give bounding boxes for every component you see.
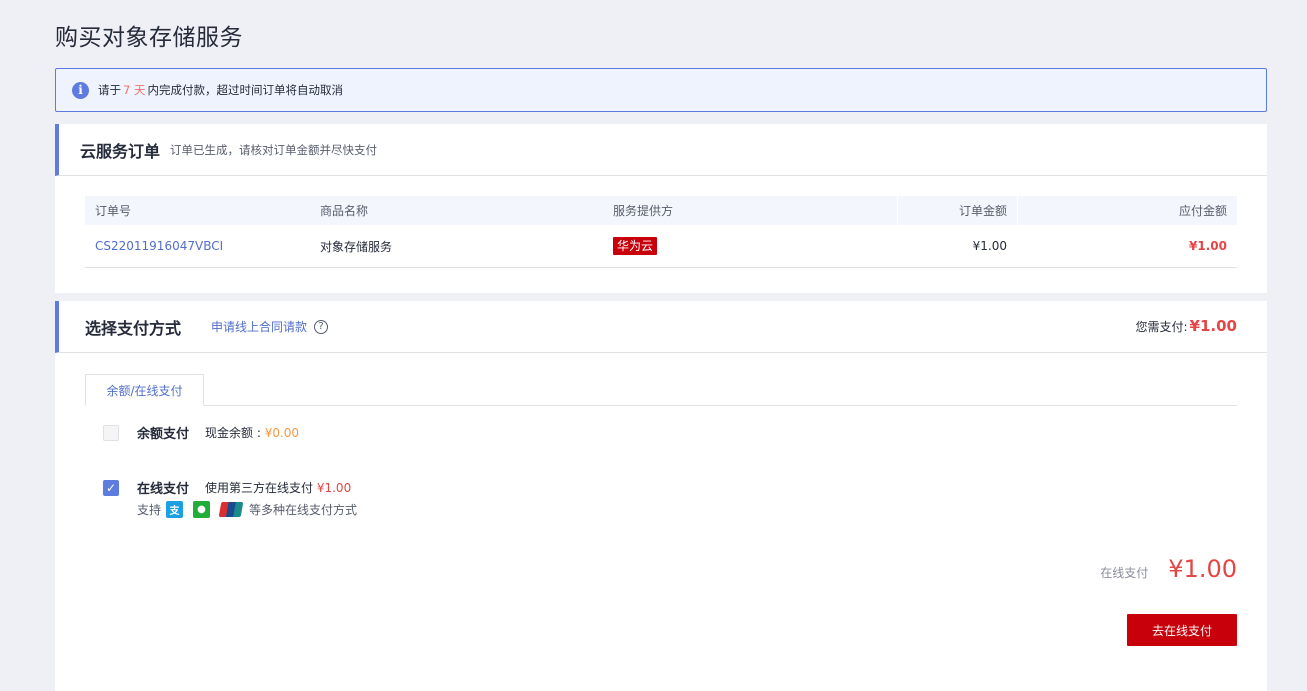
col-product: 商品名称 — [320, 204, 369, 218]
support-prefix: 支持 — [137, 503, 162, 517]
help-icon[interactable]: ? — [314, 319, 329, 334]
unionpay-icon — [218, 502, 244, 517]
total-value: ¥1.00 — [1168, 555, 1237, 583]
total-label: 在线支付 — [1100, 566, 1149, 580]
vendor-badge: 华为云 — [613, 237, 658, 255]
online-desc: 使用第三方在线支付 ¥1.00 — [205, 481, 352, 495]
col-vendor: 服务提供方 — [613, 204, 674, 218]
info-icon: i — [72, 81, 89, 99]
go-pay-online-button[interactable]: 去在线支付 — [1127, 614, 1237, 646]
payment-card-title: 选择支付方式 — [85, 318, 182, 338]
online-pay-label: 在线支付 — [137, 482, 190, 497]
order-id-link[interactable]: CS22011916047VBCI — [95, 239, 223, 253]
payable-amount: ¥1.00 — [1189, 239, 1227, 253]
balance-desc: 现金余额 : ¥0.00 — [205, 426, 300, 440]
order-card-subtitle: 订单已生成，请核对订单金额并尽快支付 — [170, 142, 378, 157]
online-pay-option: ✓ 在线支付 使用第三方在线支付 ¥1.00 — [103, 478, 351, 497]
support-methods: 支持 支 ● 等多种在线支付方式 — [137, 501, 357, 518]
alipay-icon: 支 — [166, 501, 184, 518]
order-table: 订单号 商品名称 服务提供方 订单金额 应付金额 CS22011916047VB… — [85, 196, 1237, 268]
balance-pay-option: 余额支付 现金余额 : ¥0.00 — [103, 423, 299, 442]
tab-balance-online[interactable]: 余额/在线支付 — [85, 374, 204, 406]
balance-value: ¥0.00 — [264, 426, 300, 440]
online-checkbox[interactable]: ✓ — [103, 479, 119, 496]
payment-tabs: 余额/在线支付 — [85, 374, 1237, 406]
col-amount: 订单金额 — [897, 196, 1017, 225]
support-suffix: 等多种在线支付方式 — [249, 503, 358, 517]
payment-deadline-notice: i 请于 7 天内完成付款，超过时间订单将自动取消 — [55, 68, 1267, 112]
order-card-title: 云服务订单 — [80, 141, 161, 161]
need-pay-value: ¥1.00 — [1189, 317, 1237, 335]
balance-checkbox[interactable] — [103, 424, 119, 441]
notice-text: 请于 7 天内完成付款，超过时间订单将自动取消 — [98, 83, 343, 97]
table-row: CS22011916047VBCI 对象存储服务 华为云 ¥1.00 ¥1.00 — [85, 225, 1237, 268]
need-pay-summary: 您需支付: ¥1.00 — [1135, 317, 1238, 335]
table-header: 订单号 商品名称 服务提供方 订单金额 应付金额 — [85, 196, 1237, 225]
wechat-pay-icon: ● — [193, 501, 211, 518]
balance-pay-label: 余额支付 — [137, 427, 190, 442]
col-order-id: 订单号 — [95, 204, 132, 218]
product-name: 对象存储服务 — [320, 239, 393, 254]
order-card: 云服务订单 订单已生成，请核对订单金额并尽快支付 订单号 商品名称 服务提供方 … — [55, 124, 1267, 293]
total-summary: 在线支付 ¥1.00 — [1100, 555, 1237, 583]
online-value: ¥1.00 — [316, 481, 352, 495]
order-amount: ¥1.00 — [897, 225, 1017, 267]
order-card-header: 云服务订单 订单已生成，请核对订单金额并尽快支付 — [55, 124, 1267, 176]
apply-contract-link[interactable]: 申请线上合同请款 — [211, 318, 307, 335]
payment-card-header: 选择支付方式 申请线上合同请款 ? 您需支付: ¥1.00 — [55, 301, 1267, 353]
payment-card: 选择支付方式 申请线上合同请款 ? 您需支付: ¥1.00 余额/在线支付 余额支… — [55, 301, 1267, 691]
notice-days: 7 天 — [123, 83, 146, 97]
page-title: 购买对象存储服务 — [55, 25, 243, 51]
col-payable: 应付金额 — [1017, 196, 1237, 225]
